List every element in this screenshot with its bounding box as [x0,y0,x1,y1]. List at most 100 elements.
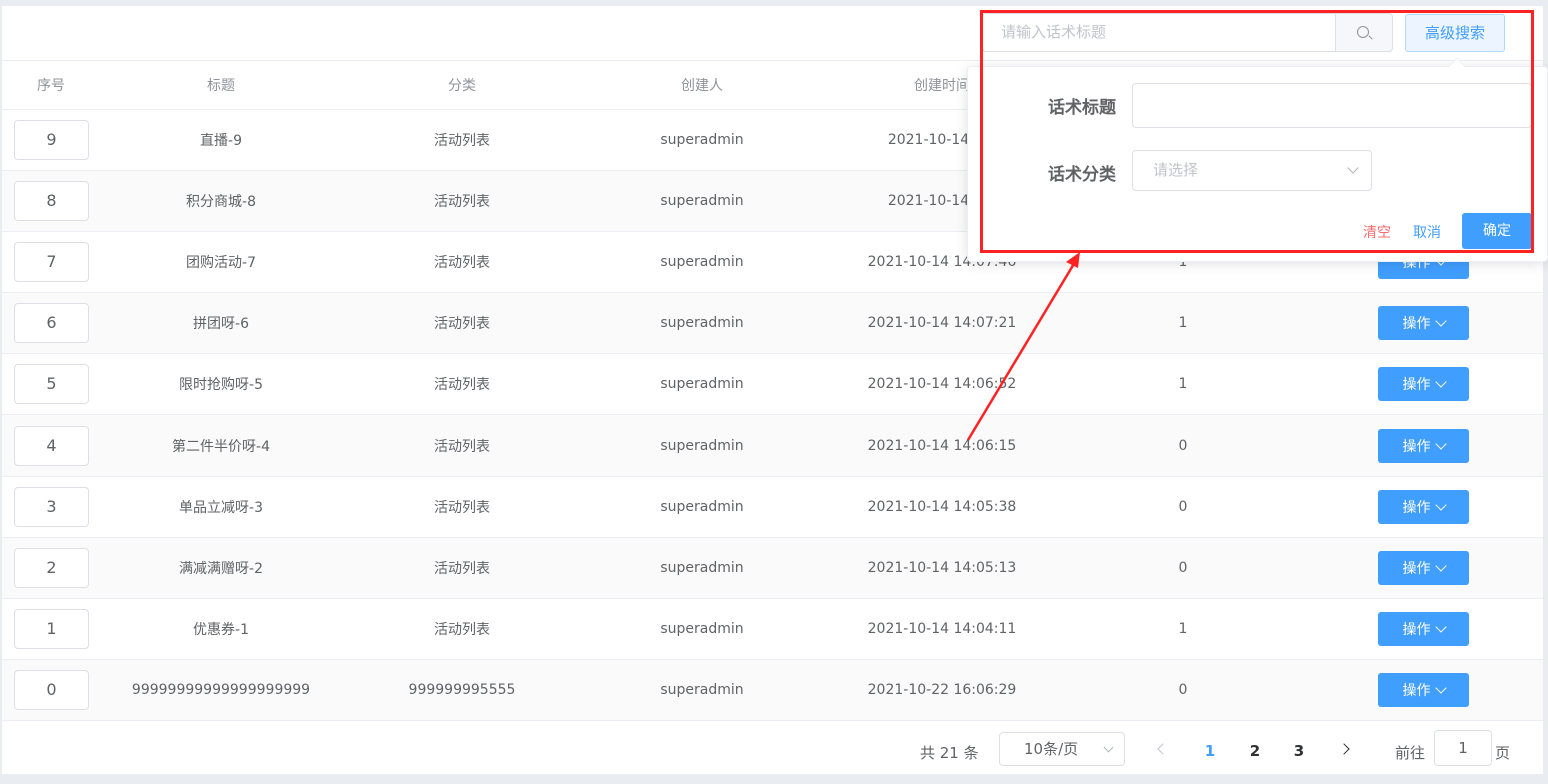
actions-dropdown-button[interactable]: 操作 [1378,306,1469,341]
cell-actions: 操作 [1304,292,1543,355]
page-size-select[interactable]: 10条/页 [999,732,1125,766]
actions-dropdown-button[interactable]: 操作 [1378,367,1469,402]
cell-category: 活动列表 [342,109,582,171]
actions-label: 操作 [1402,377,1431,394]
table-row: 2 满减满赠呀-2 活动列表 superadmin 2021-10-14 14:05:1… [2,537,1543,600]
page-2[interactable]: 2 [1243,742,1267,760]
sort-order-input[interactable]: 9 [14,119,89,160]
cell-category: 活动列表 [342,414,582,477]
cell-category: 999999995555 [342,659,582,722]
page-3[interactable]: 3 [1287,742,1311,760]
sort-order-input[interactable]: 0 [14,670,89,711]
cell-title: 直播-9 [100,109,342,171]
actions-dropdown-button[interactable]: 操作 [1378,550,1469,585]
cell-created: 2021-10-22 16:06:29 [822,659,1062,722]
actions-dropdown-button[interactable]: 操作 [1378,428,1469,463]
cell-category: 活动列表 [342,353,582,416]
cell-creator: superadmin [582,292,822,355]
chevron-down-icon [1434,499,1447,511]
next-page-icon[interactable] [1338,741,1354,757]
page-1[interactable]: 1 [1198,742,1222,760]
cell-seq: 9 [2,109,100,171]
cell-created: 2021-10-14 14:06:15 [822,414,1062,477]
pagination-total: 共 21 条 [920,744,979,762]
cell-creator: superadmin [582,659,822,722]
sort-order-input[interactable]: 6 [14,303,89,344]
page-size-value: 10条/页 [1024,740,1079,758]
cell-count: 0 [1062,476,1304,538]
cell-seq: 0 [2,659,100,722]
chevron-down-icon [1434,560,1447,572]
header-creator: 创建人 [582,61,822,110]
cell-seq: 6 [2,292,100,355]
actions-dropdown-button[interactable]: 操作 [1378,612,1469,647]
cell-count: 1 [1062,292,1304,355]
cell-category: 活动列表 [342,170,582,232]
chevron-down-icon [1434,682,1447,694]
goto-input[interactable]: 1 [1434,730,1492,766]
actions-label: 操作 [1402,560,1431,577]
actions-dropdown-button[interactable]: 操作 [1378,489,1469,524]
cell-category: 活动列表 [342,476,582,538]
sort-order-input[interactable]: 7 [14,241,89,282]
actions-dropdown-button[interactable]: 操作 [1378,673,1469,708]
sort-order-input[interactable]: 8 [14,180,89,221]
table-row: 4 第二件半价呀-4 活动列表 superadmin 2021-10-14 14:06:… [2,414,1543,477]
header-category: 分类 [342,61,582,110]
cell-created: 2021-10-14 14:06:52 [822,353,1062,416]
chevron-down-icon [1434,437,1447,450]
chevron-down-icon [1434,376,1447,389]
cell-actions: 操作 [1304,353,1543,416]
cell-creator: superadmin [582,476,822,538]
sort-order-input[interactable]: 3 [14,486,89,527]
table-row: 1 优惠券-1 活动列表 superadmin 2021-10-14 14:04:11 1… [2,598,1543,661]
chevron-down-icon [1434,315,1447,327]
cell-created: 2021-10-14 14:07:21 [822,292,1062,355]
table-row: 3 单品立减呀-3 活动列表 superadmin 2021-10-14 14:05:3… [2,476,1543,538]
cell-title: 限时抢购呀-5 [100,353,342,416]
header-title: 标题 [100,61,342,110]
cell-creator: superadmin [582,353,822,416]
cell-seq: 4 [2,414,100,477]
cell-category: 活动列表 [342,598,582,661]
actions-label: 操作 [1402,683,1431,700]
cell-title: 拼团呀-6 [100,292,342,355]
chevron-down-icon [1103,742,1114,753]
cell-category: 活动列表 [342,537,582,600]
cell-actions: 操作 [1304,476,1543,538]
prev-page-icon[interactable] [1154,741,1170,757]
sort-order-input[interactable]: 2 [14,547,89,588]
table-row: 6 拼团呀-6 活动列表 superadmin 2021-10-14 14:07:21 1… [2,292,1543,355]
cell-title: 99999999999999999999 [100,659,342,722]
table-row: 5 限时抢购呀-5 活动列表 superadmin 2021-10-14 14:06:5… [2,353,1543,416]
cell-count: 0 [1062,537,1304,600]
cell-title: 第二件半价呀-4 [100,414,342,477]
cell-title: 优惠券-1 [100,598,342,661]
actions-label: 操作 [1402,438,1431,455]
cell-creator: superadmin [582,537,822,600]
cell-count: 1 [1062,598,1304,661]
cell-creator: superadmin [582,170,822,232]
header-seq: 序号 [2,61,100,110]
sort-order-input[interactable]: 1 [14,609,89,650]
cell-creator: superadmin [582,231,822,294]
cell-count: 0 [1062,659,1304,722]
cell-creator: superadmin [582,109,822,171]
cell-created: 2021-10-14 14:05:38 [822,476,1062,538]
sort-order-input[interactable]: 5 [14,364,89,405]
cell-category: 活动列表 [342,231,582,294]
actions-label: 操作 [1402,316,1431,333]
cell-creator: superadmin [582,414,822,477]
cell-seq: 2 [2,537,100,600]
goto-unit: 页 [1495,744,1511,762]
sort-order-input[interactable]: 4 [14,425,89,466]
cell-title: 单品立减呀-3 [100,476,342,538]
cell-title: 满减满赠呀-2 [100,537,342,600]
chevron-down-icon [1434,621,1447,633]
cell-title: 团购活动-7 [100,231,342,294]
cell-creator: superadmin [582,598,822,661]
table-row: 0 99999999999999999999 999999995555 superad… [2,659,1543,722]
goto-label: 前往 [1395,744,1426,762]
annotation-highlight-box [980,10,1534,253]
cell-count: 0 [1062,414,1304,477]
